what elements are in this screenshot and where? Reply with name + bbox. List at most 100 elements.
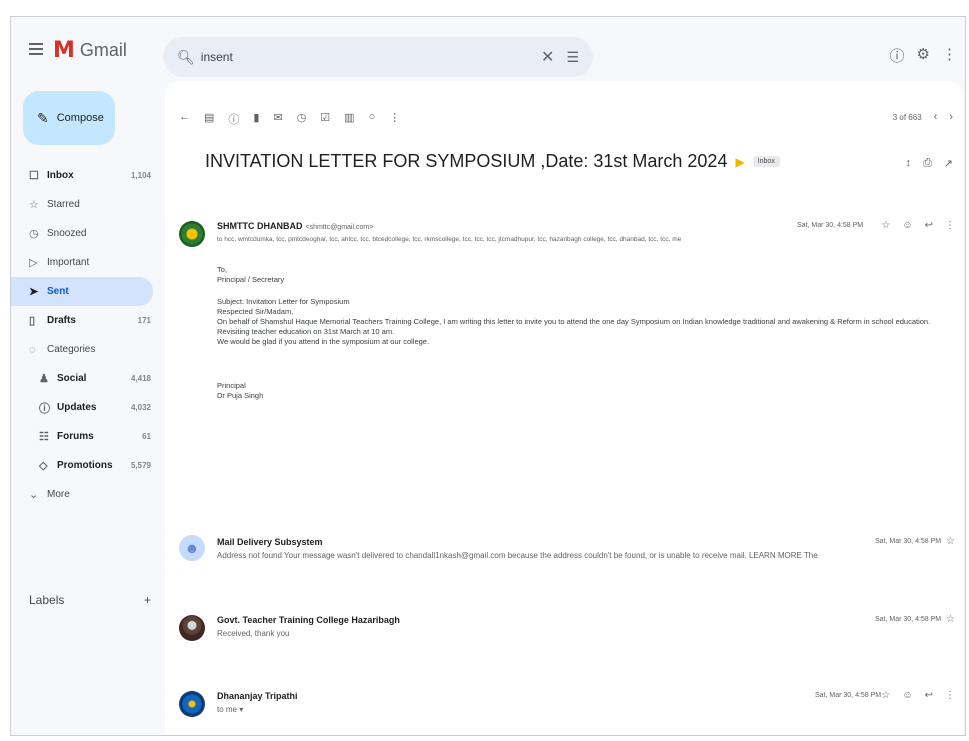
sidebar-item-label: Updates <box>57 402 97 413</box>
sender-email: <shmttc@gmail.com> <box>305 224 374 231</box>
recipients[interactable]: to me ▾ <box>217 705 243 714</box>
sidebar-item-drafts[interactable]: ▯ Drafts 171 <box>11 306 161 335</box>
star-icon: ☆ <box>29 199 39 211</box>
unread-count: 5,579 <box>130 461 151 470</box>
help-icon[interactable]: ⓘ <box>890 45 905 66</box>
add-task-icon[interactable]: ☑ <box>320 111 330 127</box>
avatar[interactable] <box>179 691 205 717</box>
archive-icon[interactable]: ▤ <box>204 111 214 127</box>
chevron-down-icon: ⌄ <box>29 489 39 501</box>
menu-icon[interactable] <box>29 43 43 55</box>
more-options-icon[interactable]: ⋮ <box>389 111 400 127</box>
body-line: Revisiting teacher education on 31st Mar… <box>217 327 395 336</box>
person-icon: ☻ <box>184 540 200 556</box>
star-icon[interactable]: ☆ <box>881 220 890 231</box>
send-icon: ➤ <box>29 286 39 298</box>
compose-button[interactable]: ✎ Compose <box>23 91 115 145</box>
message-date: Sat, Mar 30, 4:58 PM <box>815 692 882 699</box>
emoji-react-icon[interactable]: ☺ <box>902 220 912 231</box>
reply-icon[interactable]: ↩ <box>925 220 933 231</box>
reply-icon[interactable]: ↩ <box>925 690 933 701</box>
label-icon[interactable]: ○ <box>369 111 376 127</box>
promotions-icon: ◇ <box>39 460 48 472</box>
search-options-icon[interactable]: ☰ <box>566 49 579 66</box>
back-arrow-icon[interactable]: ← <box>179 111 190 127</box>
unread-count: 4,418 <box>130 374 151 383</box>
sidebar-item-more[interactable]: ⌄ More <box>11 480 161 509</box>
social-icon: ♟ <box>39 373 49 385</box>
labels-section: Labels + <box>29 593 151 607</box>
search-input[interactable] <box>200 50 534 64</box>
browser-frame: M Gmail 🔍︎ ✕ ☰ ⓘ ⚙ ⋮ ✎ Compose ☐ Inbox 1… <box>10 16 966 736</box>
unread-count: 4,032 <box>130 403 151 412</box>
draft-icon: ▯ <box>29 315 36 327</box>
sidebar-item-updates[interactable]: ⓘ Updates 4,032 <box>11 393 161 422</box>
snooze-icon[interactable]: ◷ <box>297 111 307 127</box>
avatar[interactable] <box>179 221 205 247</box>
sidebar-item-important[interactable]: ▷ Important <box>11 248 161 277</box>
sidebar-item-forums[interactable]: ☷ Forums 61 <box>11 422 161 451</box>
important-marker-icon[interactable]: ▶ <box>735 155 744 169</box>
print-icon[interactable]: ⎙ <box>923 157 932 170</box>
body-line: To, <box>217 265 228 274</box>
main-panel: ← ▤ ⓘ ▮ ✉ ◷ ☑ ▥ ○ ⋮ 3 of 663 ‹ › INVITAT… <box>165 81 963 735</box>
settings-icon[interactable]: ⚙ <box>917 45 930 66</box>
avatar[interactable] <box>179 615 205 641</box>
older-icon[interactable]: › <box>949 111 953 123</box>
add-label-button[interactable]: + <box>144 593 151 607</box>
message-date: Sat, Mar 30, 4:58 PM <box>797 222 864 229</box>
newer-icon[interactable]: ‹ <box>934 111 938 123</box>
clock-icon: ◷ <box>29 228 39 240</box>
open-new-window-icon[interactable]: ↗ <box>944 157 953 170</box>
star-icon[interactable]: ☆ <box>946 536 955 547</box>
message-toolbar: ← ▤ ⓘ ▮ ✉ ◷ ☑ ▥ ○ ⋮ <box>179 111 400 127</box>
thread-subject: INVITATION LETTER FOR SYMPOSIUM ,Date: 3… <box>205 151 728 171</box>
important-icon: ▷ <box>29 257 38 269</box>
body-line: Respected Sir/Madam, <box>217 307 294 316</box>
search-icon[interactable]: 🔍︎ <box>177 49 195 66</box>
message-sender[interactable]: Dhananjay Tripathi <box>217 691 298 701</box>
body-line: Principal / Secretary <box>217 275 285 284</box>
sidebar-item-sent[interactable]: ➤ Sent <box>11 277 153 306</box>
star-icon[interactable]: ☆ <box>881 690 890 701</box>
sidebar-item-label: Forums <box>57 431 94 442</box>
message-sender[interactable]: SHMTTC DHANBAD <shmttc@gmail.com> <box>217 221 373 231</box>
message-sender: Mail Delivery Subsystem <box>217 537 323 547</box>
forums-icon: ☷ <box>39 431 49 443</box>
message-actions: ☆ <box>946 536 955 547</box>
gmail-logo[interactable]: M Gmail <box>53 38 127 63</box>
sidebar-item-starred[interactable]: ☆ Starred <box>11 190 161 219</box>
top-right-actions: ⓘ ⚙ ⋮ <box>890 45 957 66</box>
draft-count: 171 <box>137 316 151 325</box>
apps-icon[interactable]: ⋮ <box>942 45 957 66</box>
labels-heading: Labels <box>29 593 65 607</box>
top-bar: M Gmail 🔍︎ ✕ ☰ ⓘ ⚙ ⋮ <box>11 17 965 81</box>
expand-all-icon[interactable]: ↕ <box>905 157 911 170</box>
avatar[interactable]: ☻ <box>179 535 205 561</box>
body-line: On behalf of Shamshul Haque Memorial Tea… <box>217 317 931 326</box>
move-to-icon[interactable]: ▥ <box>344 111 354 127</box>
gmail-m-icon: M <box>53 38 75 63</box>
delete-icon[interactable]: ▮ <box>253 111 259 127</box>
search-bar[interactable]: 🔍︎ ✕ ☰ <box>163 37 593 77</box>
star-icon[interactable]: ☆ <box>946 614 955 625</box>
pencil-icon: ✎ <box>37 109 49 126</box>
sidebar-item-promotions[interactable]: ◇ Promotions 5,579 <box>11 451 161 480</box>
categories-icon: ◌ <box>29 343 36 356</box>
sidebar-item-snoozed[interactable]: ◷ Snoozed <box>11 219 161 248</box>
inbox-tag[interactable]: Inbox <box>752 156 780 167</box>
mark-unread-icon[interactable]: ✉ <box>273 111 282 127</box>
sender-name: SHMTTC DHANBAD <box>217 221 303 231</box>
more-vert-icon[interactable]: ⋮ <box>945 220 955 231</box>
emoji-react-icon[interactable]: ☺ <box>902 690 912 701</box>
clear-search-icon[interactable]: ✕ <box>541 47 554 67</box>
inbox-icon: ☐ <box>29 170 39 182</box>
body-line: Dr Puja Singh <box>217 391 264 400</box>
nav-list: ☐ Inbox 1,104 ☆ Starred ◷ Snoozed ▷ Impo… <box>11 161 161 509</box>
sidebar-item-inbox[interactable]: ☐ Inbox 1,104 <box>11 161 161 190</box>
sidebar-item-social[interactable]: ♟ Social 4,418 <box>11 364 161 393</box>
sidebar-item-categories[interactable]: ◌ Categories <box>11 335 161 364</box>
recipients[interactable]: to hcc, wmtcdumka, tcc, pmtcdeoghar, tcc… <box>217 236 927 243</box>
more-vert-icon[interactable]: ⋮ <box>945 690 955 701</box>
report-spam-icon[interactable]: ⓘ <box>228 111 239 127</box>
